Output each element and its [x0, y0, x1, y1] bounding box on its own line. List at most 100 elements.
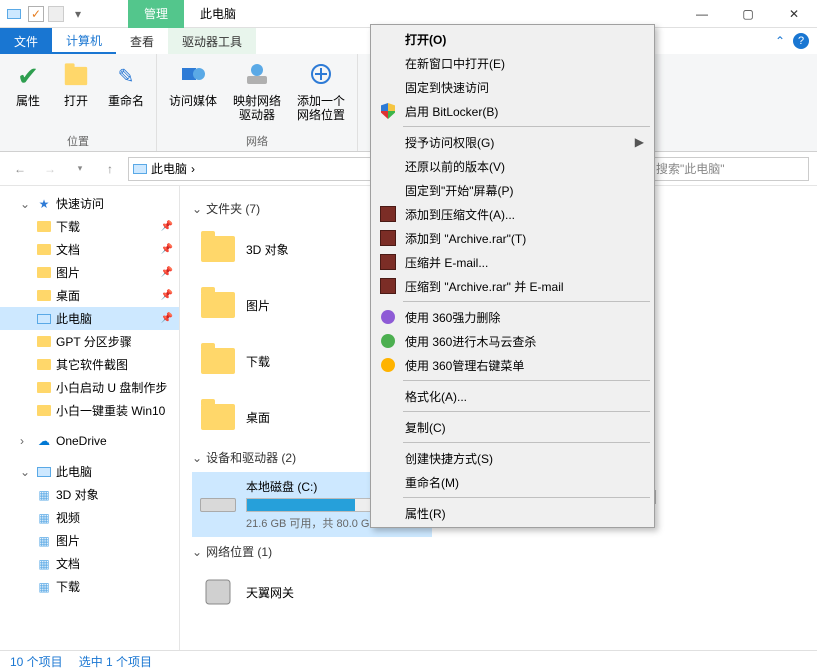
breadcrumb-segment[interactable]: 此电脑 [151, 160, 187, 177]
folder-icon [36, 403, 52, 419]
cm-add-archive-rar[interactable]: 添加到 "Archive.rar"(T) [373, 226, 652, 250]
folder-icon [36, 219, 52, 235]
tab-file[interactable]: 文件 [0, 28, 52, 54]
tree-item[interactable]: 图片📌 [0, 261, 179, 284]
ribbon-map-drive-button[interactable]: 映射网络 驱动器 [229, 58, 285, 124]
ribbon-add-network-button[interactable]: 添加一个 网络位置 [293, 58, 349, 124]
pin-icon: 📌 [161, 244, 173, 255]
tree-item[interactable]: ▦文档 [0, 552, 179, 575]
360-icon [379, 356, 397, 374]
cm-add-archive[interactable]: 添加到压缩文件(A)... [373, 202, 652, 226]
ribbon-open-button[interactable]: 打开 [56, 58, 96, 110]
cm-open[interactable]: 打开(O) [373, 27, 652, 51]
navigation-pane: ⌄ ★ 快速访问 下载📌文档📌图片📌桌面📌 此电脑 📌 GPT 分区步骤其它软件… [0, 186, 180, 650]
cm-properties[interactable]: 属性(R) [373, 501, 652, 525]
cm-enable-bitlocker[interactable]: 启用 BitLocker(B) [373, 99, 652, 123]
cm-copy[interactable]: 复制(C) [373, 415, 652, 439]
library-icon: ▦ [36, 533, 52, 549]
contextual-tab-header: 管理 [128, 0, 184, 28]
tree-item[interactable]: ▦视频 [0, 506, 179, 529]
tree-item[interactable]: 桌面📌 [0, 284, 179, 307]
tree-item[interactable]: 小白启动 U 盘制作步 [0, 376, 179, 399]
folder-icon [36, 242, 52, 258]
rar-icon [379, 277, 397, 295]
tree-item[interactable]: ▦3D 对象 [0, 483, 179, 506]
cm-format[interactable]: 格式化(A)... [373, 384, 652, 408]
media-icon [177, 60, 209, 92]
star-icon: ★ [36, 196, 52, 212]
cm-360-manage-menu[interactable]: 使用 360管理右键菜单 [373, 353, 652, 377]
back-button[interactable]: ← [8, 157, 32, 181]
pin-icon: 📌 [161, 267, 173, 278]
network-device-icon [198, 572, 238, 612]
library-icon: ▦ [36, 579, 52, 595]
status-item-count: 10 个项目 [10, 653, 63, 670]
qat-dropdown-icon[interactable]: ▾ [68, 4, 88, 24]
search-input[interactable]: 搜索"此电脑" [649, 157, 809, 181]
network-location-item[interactable]: 天翼网关 [192, 566, 412, 618]
add-network-icon [305, 60, 337, 92]
pin-icon: 📌 [161, 313, 173, 324]
context-menu-separator [403, 411, 650, 412]
folder-icon [36, 357, 52, 373]
context-menu-separator [403, 442, 650, 443]
cm-open-new-window[interactable]: 在新窗口中打开(E) [373, 51, 652, 75]
cm-rename[interactable]: 重命名(M) [373, 470, 652, 494]
forward-button[interactable]: → [38, 157, 62, 181]
chevron-down-icon: ⌄ [192, 545, 202, 559]
ribbon-rename-button[interactable]: ✎ 重命名 [104, 58, 148, 110]
shield-icon [379, 102, 397, 120]
tree-quick-access[interactable]: ⌄ ★ 快速访问 [0, 192, 179, 215]
360-icon [379, 332, 397, 350]
cm-restore-versions[interactable]: 还原以前的版本(V) [373, 154, 652, 178]
tree-item[interactable]: 其它软件截图 [0, 353, 179, 376]
tree-item[interactable]: GPT 分区步骤 [0, 330, 179, 353]
map-drive-icon [241, 60, 273, 92]
submenu-arrow-icon: ▶ [635, 135, 644, 149]
recent-dropdown[interactable]: ▾ [68, 157, 92, 181]
tree-item[interactable]: ▦下载 [0, 575, 179, 598]
library-icon: ▦ [36, 556, 52, 572]
collapse-ribbon-icon[interactable]: ⌃ [775, 34, 785, 48]
cm-360-trojan-scan[interactable]: 使用 360进行木马云查杀 [373, 329, 652, 353]
rar-icon [379, 229, 397, 247]
cm-360-force-delete[interactable]: 使用 360强力删除 [373, 305, 652, 329]
open-folder-icon [60, 60, 92, 92]
minimize-button[interactable]: — [679, 0, 725, 28]
up-button[interactable]: ↑ [98, 157, 122, 181]
tree-item[interactable]: 下载📌 [0, 215, 179, 238]
help-icon[interactable]: ? [793, 33, 809, 49]
close-button[interactable]: ✕ [771, 0, 817, 28]
folder-icon [198, 229, 238, 269]
tab-computer[interactable]: 计算机 [52, 28, 116, 54]
context-menu-separator [403, 301, 650, 302]
folder-icon [36, 265, 52, 281]
maximize-button[interactable]: ▢ [725, 0, 771, 28]
cm-create-shortcut[interactable]: 创建快捷方式(S) [373, 446, 652, 470]
tree-onedrive[interactable]: › ☁ OneDrive [0, 430, 179, 452]
qat-checkbox-icon[interactable]: ✓ [28, 6, 44, 22]
tree-item[interactable]: ▦图片 [0, 529, 179, 552]
folder-icon [36, 380, 52, 396]
cm-compress-rar-email[interactable]: 压缩到 "Archive.rar" 并 E-mail [373, 274, 652, 298]
qat-item-icon[interactable] [48, 6, 64, 22]
cm-give-access[interactable]: 授予访问权限(G)▶ [373, 130, 652, 154]
cm-pin-start[interactable]: 固定到"开始"屏幕(P) [373, 178, 652, 202]
tree-item[interactable]: 小白一键重装 Win10 [0, 399, 179, 422]
breadcrumb-separator[interactable]: › [191, 162, 195, 176]
tab-drive-tools[interactable]: 驱动器工具 [168, 28, 256, 54]
library-icon: ▦ [36, 487, 52, 503]
context-menu-separator [403, 380, 650, 381]
tree-this-pc[interactable]: 此电脑 📌 [0, 307, 179, 330]
rar-icon [379, 205, 397, 223]
ribbon-access-media-button[interactable]: 访问媒体 [165, 58, 221, 110]
tree-this-pc-root[interactable]: ⌄ 此电脑 [0, 460, 179, 483]
cm-compress-email[interactable]: 压缩并 E-mail... [373, 250, 652, 274]
cm-pin-quick-access[interactable]: 固定到快速访问 [373, 75, 652, 99]
tree-item[interactable]: 文档📌 [0, 238, 179, 261]
section-header-network[interactable]: ⌄ 网络位置 (1) [192, 537, 805, 566]
drive-icon [198, 485, 238, 525]
ribbon-properties-button[interactable]: ✔ 属性 [8, 58, 48, 110]
pc-icon [133, 164, 147, 174]
tab-view[interactable]: 查看 [116, 28, 168, 54]
